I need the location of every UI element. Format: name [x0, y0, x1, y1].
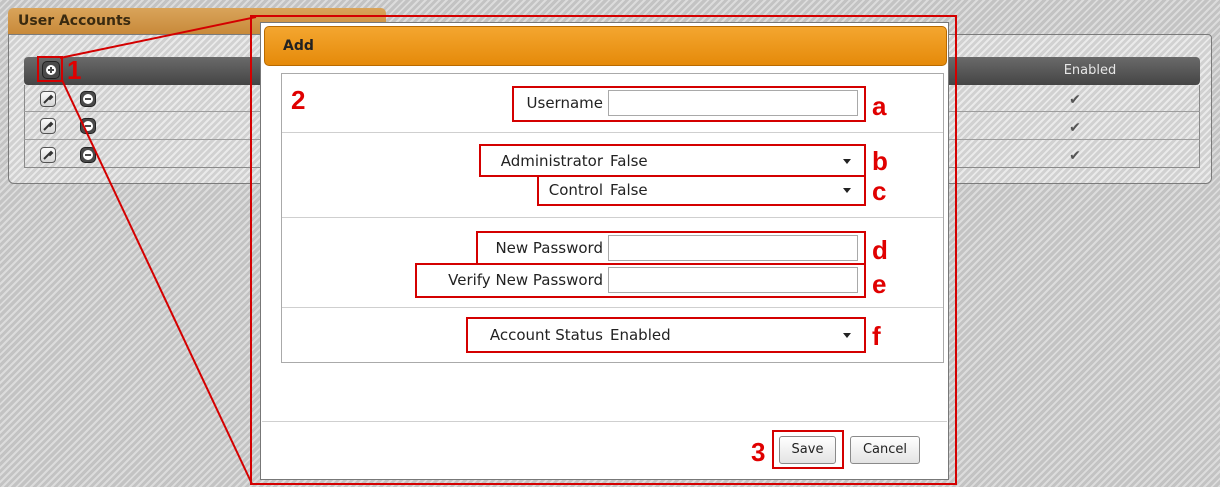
- callout-box-a: [512, 86, 866, 122]
- callout-letter-a: a: [872, 91, 887, 121]
- callout-letter-b: b: [872, 146, 888, 176]
- cancel-button[interactable]: Cancel: [850, 436, 920, 464]
- callout-box-e: [415, 263, 866, 298]
- form-section-divider: [282, 217, 943, 218]
- form-section-divider: [282, 307, 943, 308]
- callout-box-f: [466, 317, 866, 353]
- dialog-footer-divider: [262, 421, 947, 422]
- dialog-title: Add: [264, 26, 947, 66]
- callout-box-c: [537, 175, 866, 206]
- form-section-divider: [282, 132, 943, 133]
- callout-letter-c: c: [872, 176, 887, 206]
- callout-letter-d: d: [872, 235, 888, 265]
- callout-box-b: [479, 144, 866, 177]
- callout-box-save: [772, 430, 844, 469]
- callout-number-2: 2: [291, 85, 306, 115]
- callout-number-3: 3: [751, 437, 766, 467]
- callout-number-1: 1: [67, 55, 82, 85]
- callout-letter-e: e: [872, 269, 887, 299]
- callout-letter-f: f: [872, 321, 881, 351]
- callout-box-d: [476, 231, 866, 265]
